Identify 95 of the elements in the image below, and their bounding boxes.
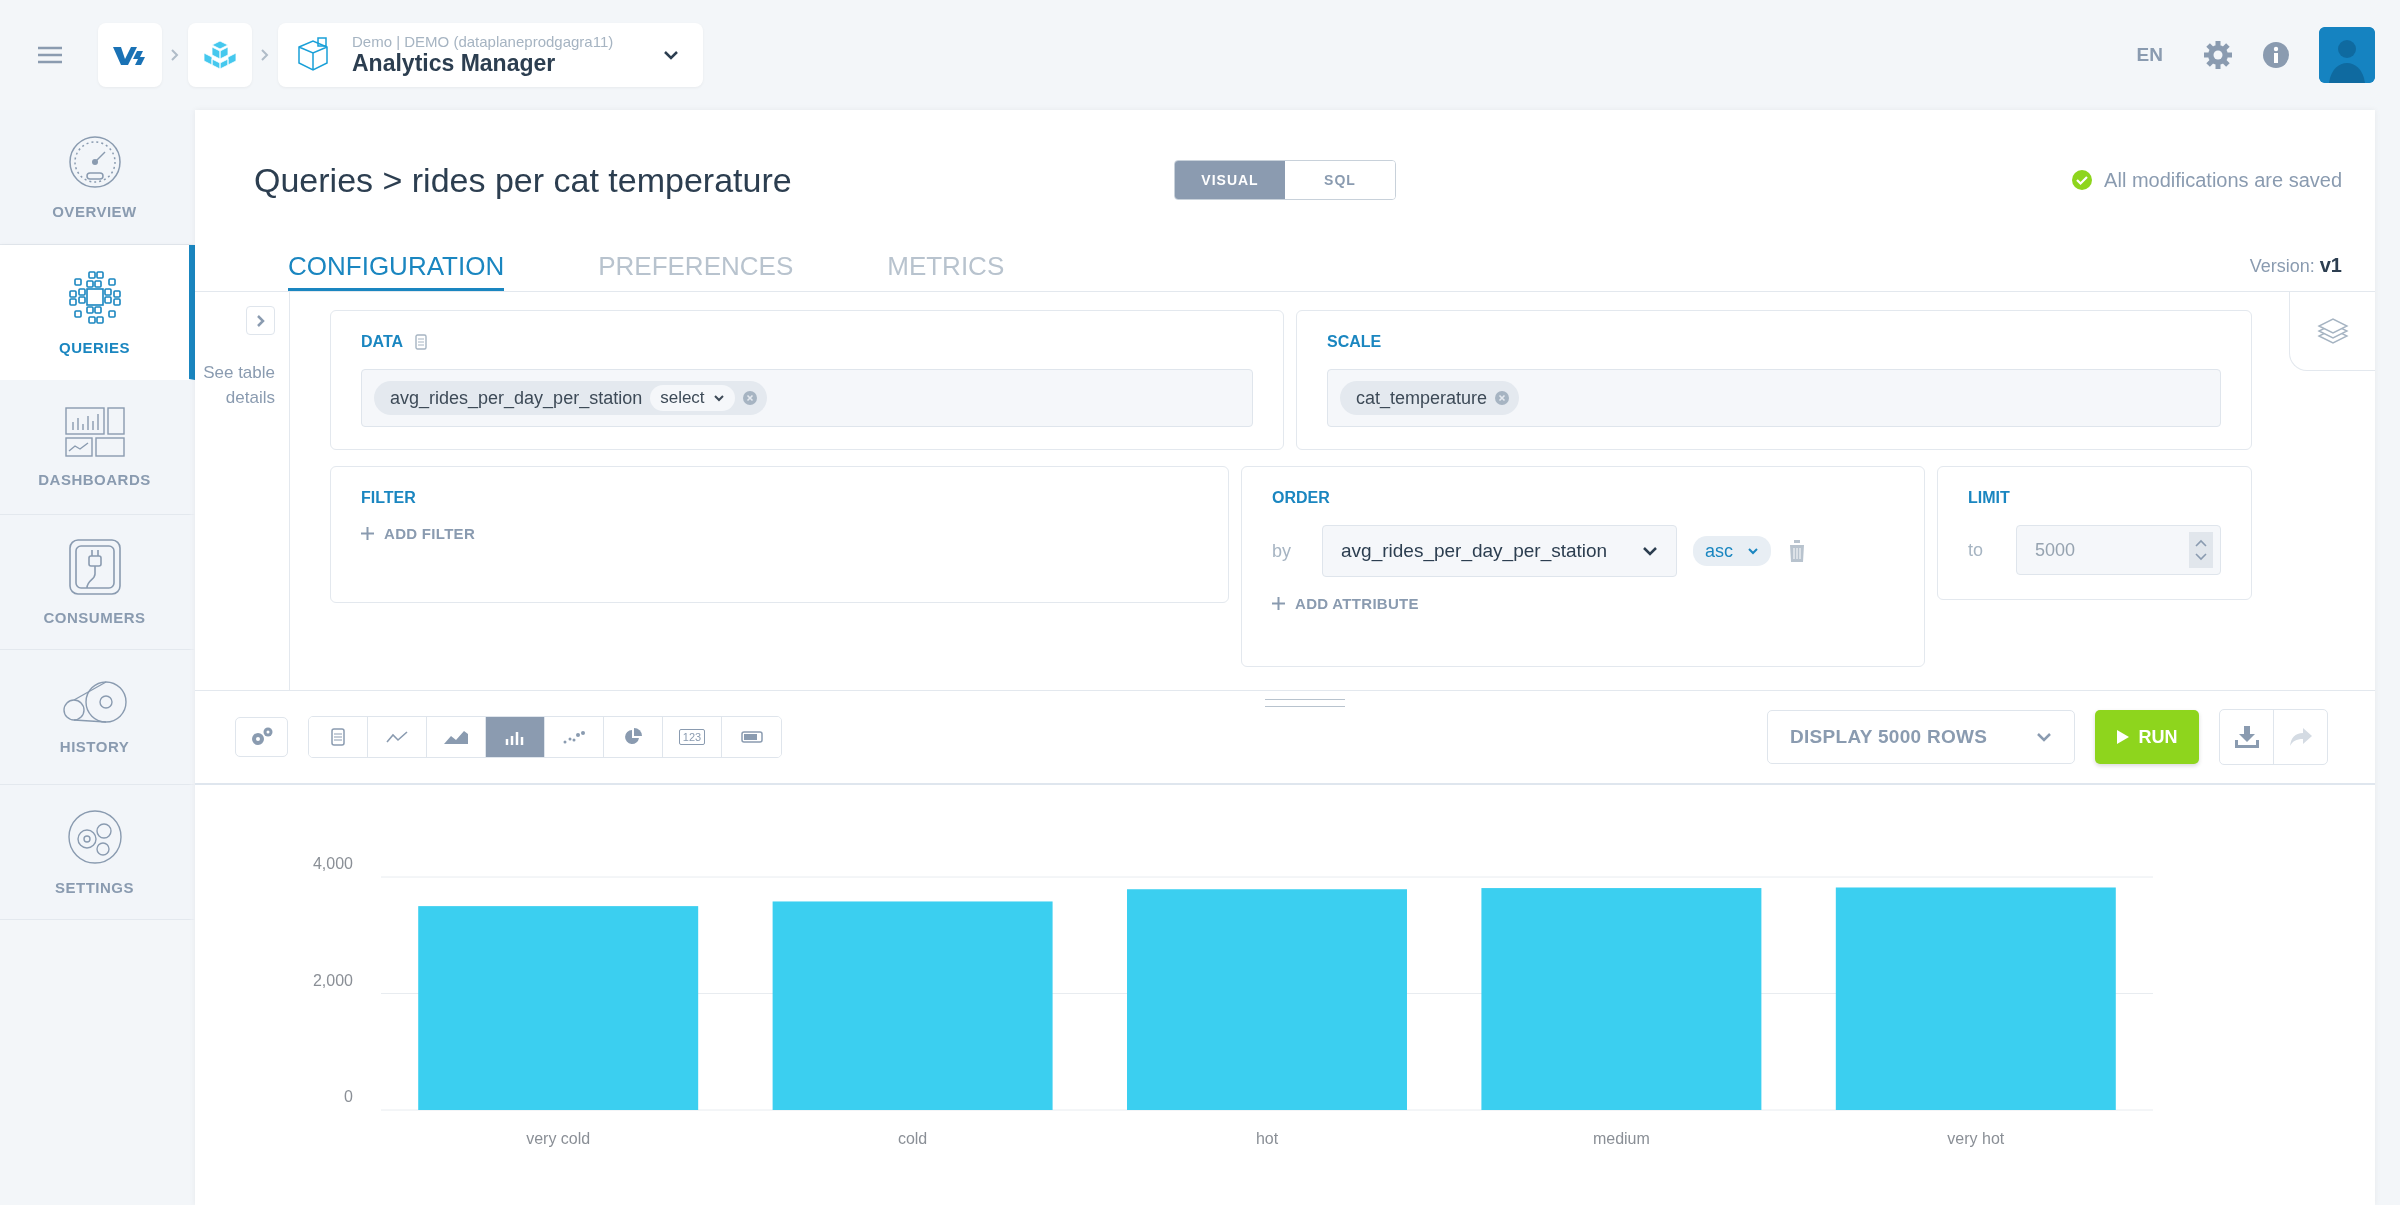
chip-label: avg_rides_per_day_per_station <box>390 387 643 409</box>
x-axis-label: hot <box>1255 1130 1279 1147</box>
expand-button[interactable] <box>246 306 275 335</box>
chevron-down-icon <box>712 394 725 402</box>
language-button[interactable]: EN <box>2136 44 2163 66</box>
save-status: All modifications are saved <box>2104 168 2342 192</box>
y-axis-label: 0 <box>344 1088 353 1105</box>
bar[interactable] <box>1835 887 2116 1110</box>
bar[interactable] <box>418 906 699 1110</box>
remove-icon[interactable] <box>1495 391 1510 405</box>
project-button[interactable] <box>188 23 252 87</box>
scale-field[interactable]: cat_temperature <box>1327 369 2221 427</box>
direction-select[interactable]: asc <box>1693 536 1771 566</box>
chart-settings-button[interactable] <box>235 717 288 757</box>
table-icon[interactable] <box>415 334 428 350</box>
sprocket-icon <box>61 679 128 724</box>
area-chart-icon <box>444 730 468 744</box>
chevron-icon <box>260 48 270 62</box>
play-icon <box>2116 730 2129 744</box>
data-field[interactable]: avg_rides_per_day_per_station select <box>361 369 1253 427</box>
field-chip[interactable]: cat_temperature <box>1340 381 1520 415</box>
tab[interactable]: METRICS <box>887 251 1005 291</box>
plug-icon <box>68 538 121 595</box>
stepper-icon[interactable] <box>2189 532 2213 568</box>
share-arrow-icon <box>2289 728 2312 746</box>
aggregation-select[interactable]: select <box>650 385 735 411</box>
y-axis-label: 4,000 <box>312 855 353 872</box>
cube-icon <box>296 37 330 73</box>
to-label: to <box>1968 539 1984 561</box>
chart-type-tab[interactable] <box>309 717 368 757</box>
page-title: Queries > rides per cat temperature <box>254 160 793 200</box>
remove-icon[interactable] <box>742 391 757 405</box>
chart-type-tab[interactable] <box>486 717 545 757</box>
bar[interactable] <box>1481 888 1762 1110</box>
avatar[interactable] <box>2319 27 2375 83</box>
order-field-select[interactable]: avg_rides_per_day_per_station <box>1322 525 1677 577</box>
bar[interactable] <box>1127 889 1407 1110</box>
app-title: Analytics Manager <box>352 50 557 77</box>
bar-chart-icon <box>505 729 525 745</box>
logo-button[interactable] <box>98 23 162 87</box>
tab[interactable]: CONFIGURATION <box>288 251 505 291</box>
card-title: LIMIT <box>1968 489 2010 507</box>
card-title: SCALE <box>1327 333 1382 351</box>
chevron-down-icon <box>2036 732 2052 742</box>
x-axis-label: cold <box>897 1130 928 1147</box>
chevron-down-icon <box>663 50 679 60</box>
environment-label: Demo | DEMO (dataplaneprodgagra11) <box>352 33 615 50</box>
card-title: DATA <box>361 333 404 351</box>
run-button[interactable]: RUN <box>2095 710 2199 764</box>
chevron-right-icon <box>255 313 266 328</box>
chevron-down-icon <box>1747 547 1759 555</box>
squares-icon <box>66 268 123 325</box>
check-circle-icon <box>2072 170 2093 190</box>
sidebar-item[interactable]: QUERIES <box>0 245 195 380</box>
tab[interactable]: PREFERENCES <box>598 251 794 291</box>
plus-icon <box>361 527 374 540</box>
bar[interactable] <box>772 901 1053 1110</box>
y-axis-label: 2,000 <box>312 971 353 989</box>
limit-field[interactable]: 5000 <box>2016 525 2221 575</box>
trash-icon[interactable] <box>1787 539 1807 563</box>
chip-label: cat_temperature <box>1356 387 1488 409</box>
x-axis-label: medium <box>1592 1130 1650 1147</box>
gears-icon <box>66 808 123 865</box>
chevron-down-icon <box>1642 546 1658 556</box>
by-label: by <box>1272 540 1292 562</box>
x-axis-label: very cold <box>526 1130 591 1147</box>
plus-icon <box>1272 597 1285 610</box>
line-chart-icon <box>386 731 408 743</box>
resize-handle[interactable] <box>1265 699 1345 707</box>
chevron-icon <box>170 48 180 62</box>
field-chip[interactable]: avg_rides_per_day_per_station select <box>374 381 767 415</box>
app-selector[interactable]: Demo | DEMO (dataplaneprodgagra11) Analytics Manager <box>278 23 703 87</box>
dashboard-icon <box>64 406 125 457</box>
card-title: FILTER <box>361 489 416 507</box>
speedometer-icon <box>67 134 122 189</box>
layers-button[interactable] <box>2289 292 2375 371</box>
mode-toggle[interactable]: VISUAL <box>1175 161 1285 199</box>
scatter-icon <box>563 730 585 744</box>
cubes-icon <box>202 39 238 71</box>
menu-icon[interactable] <box>38 46 62 64</box>
display-rows-select[interactable]: DISPLAY 5000 ROWS <box>1767 710 2075 764</box>
info-icon[interactable] <box>2263 42 2289 68</box>
settings-icon[interactable] <box>2203 40 2233 70</box>
logo-icon <box>113 45 147 65</box>
add-filter-link[interactable]: ADD FILTER <box>361 525 476 542</box>
pie-chart-icon <box>624 728 642 746</box>
download-icon <box>2234 726 2259 748</box>
add-attribute-link[interactable]: ADD ATTRIBUTE <box>1272 595 1419 612</box>
list-icon <box>331 728 345 746</box>
layers-icon <box>2316 316 2349 346</box>
card-title: ORDER <box>1272 489 1330 507</box>
progress-bar-icon <box>740 731 763 743</box>
version-label: Version: v1 <box>2249 254 2342 278</box>
x-axis-label: very hot <box>1947 1130 2005 1147</box>
table-details-link[interactable]: See table details <box>195 361 275 411</box>
